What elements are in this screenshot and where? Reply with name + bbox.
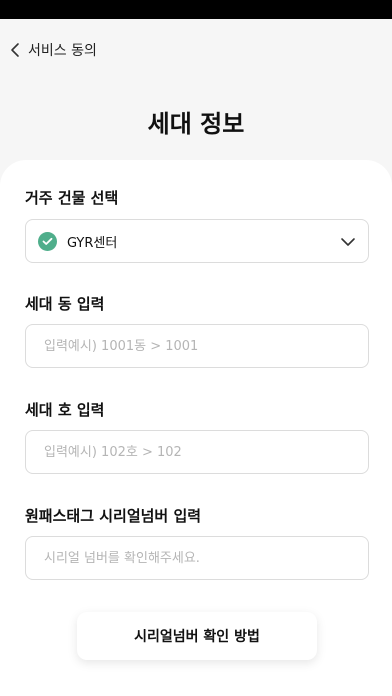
serial-help-button[interactable]: 시리얼넘버 확인 방법	[77, 612, 317, 660]
building-select-value-group: GYR센터	[38, 231, 118, 251]
back-button[interactable]: 서비스 동의	[0, 40, 97, 60]
top-nav: 서비스 동의	[0, 30, 392, 70]
dong-input-label: 세대 동 입력	[25, 295, 105, 313]
page-title: 세대 정보	[147, 110, 245, 138]
chevron-left-icon	[10, 42, 20, 58]
dong-input[interactable]	[44, 338, 350, 354]
back-label: 서비스 동의	[28, 43, 97, 59]
check-circle-icon	[38, 231, 57, 251]
ho-input-label: 세대 호 입력	[25, 401, 105, 419]
building-select-value: GYR센터	[67, 235, 118, 251]
serial-input-field	[25, 536, 369, 580]
ho-input-field	[25, 430, 369, 474]
ho-input[interactable]	[44, 444, 350, 460]
serial-input[interactable]	[44, 550, 350, 566]
status-bar	[0, 0, 392, 19]
serial-input-label: 원패스태그 시리얼넘버 입력	[25, 507, 202, 525]
chevron-down-icon	[340, 232, 356, 251]
building-select-label: 거주 건물 선택	[25, 189, 119, 207]
building-select[interactable]: GYR센터	[25, 219, 369, 263]
dong-input-field	[25, 324, 369, 368]
